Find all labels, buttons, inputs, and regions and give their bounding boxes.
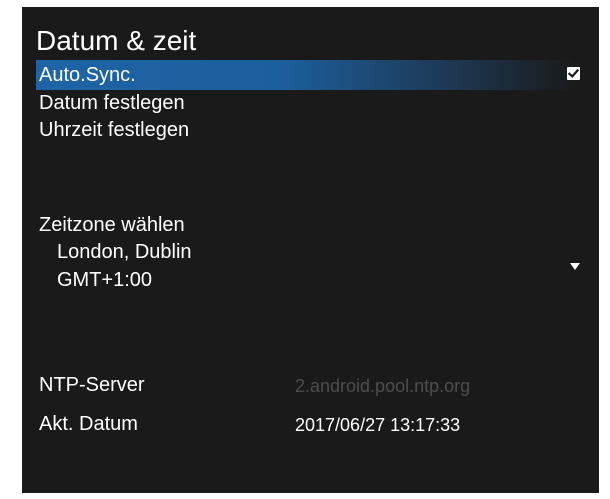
current-date-value: 2017/06/27 13:17:33 (295, 415, 461, 435)
auto-sync-item[interactable]: Auto.Sync. (39, 63, 136, 87)
settings-panel: Datum & zeit Auto.Sync. Datum festlegen … (22, 7, 599, 493)
set-time-item[interactable]: Uhrzeit festlegen (39, 118, 189, 142)
dropdown-arrow-icon[interactable] (570, 263, 580, 270)
timezone-offset[interactable]: GMT+1:00 (57, 268, 152, 292)
set-date-item[interactable]: Datum festlegen (39, 91, 185, 115)
page-title: Datum & zeit (36, 25, 197, 56)
timezone-label[interactable]: Zeitzone wählen (39, 213, 185, 237)
ntp-server-label: NTP-Server (39, 374, 145, 396)
checkbox-checked-icon[interactable] (567, 67, 580, 80)
ntp-server-value: 2.android.pool.ntp.org (295, 376, 471, 396)
current-date-label: Akt. Datum (39, 413, 138, 435)
timezone-city[interactable]: London, Dublin (57, 240, 192, 264)
